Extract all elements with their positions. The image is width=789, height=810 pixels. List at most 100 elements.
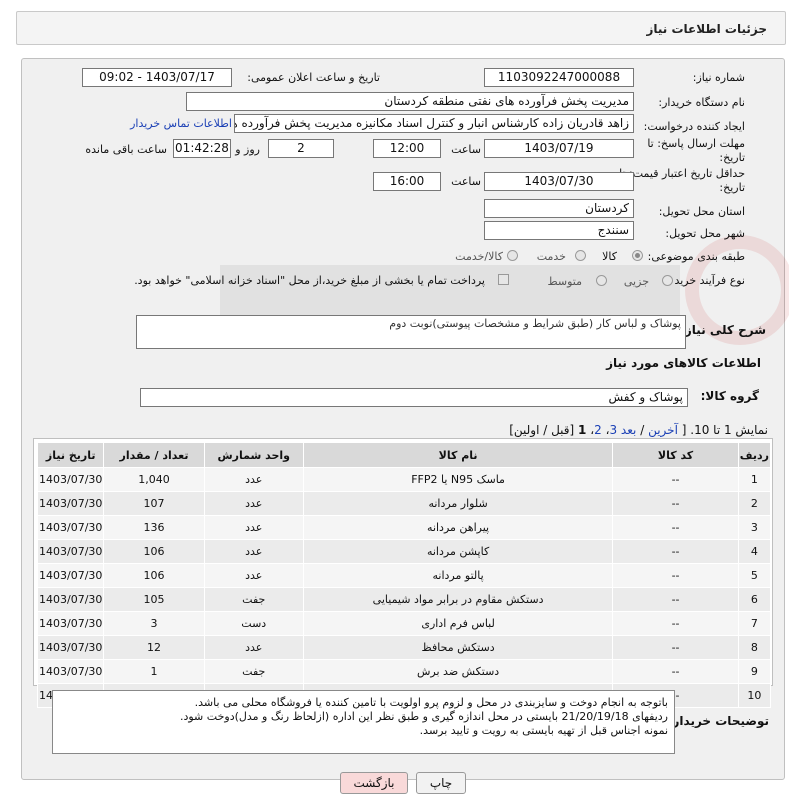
pagination-last-link[interactable]: آخرین <box>648 423 678 437</box>
pagination-current-page: 1 <box>578 423 587 437</box>
goods-table-container: ردیف کد کالا نام کالا واحد شمارش تعداد /… <box>33 438 773 708</box>
cell-quantity: 106 <box>103 563 205 588</box>
goods-group-label: گروه کالا: <box>700 389 759 403</box>
cell-item-name: ماسک N95 یا FFP2 <box>302 467 614 492</box>
cell-quantity: 105 <box>103 587 205 612</box>
cell-unit: عدد <box>203 467 304 492</box>
deadline-date-field: 1403/07/19 <box>484 139 634 158</box>
cell-row-number: 3 <box>737 515 772 540</box>
province-label: استان محل تحویل: <box>658 205 745 218</box>
cell-need-date: 1403/07/30 <box>36 467 105 492</box>
notes-line-2: ردیفهای 21/20/19/18 بایستی در محل اندازه… <box>179 710 668 723</box>
buyer-notes-label: توضیحات خریدار: <box>667 714 769 728</box>
description-field: پوشاک و لباس کار (طبق شرایط و مشخصات پیو… <box>136 315 686 349</box>
cell-unit: جفت <box>203 659 304 684</box>
cell-unit: جفت <box>203 587 304 612</box>
cell-row-number: 4 <box>737 539 772 564</box>
cell-row-number: 1 <box>737 467 772 492</box>
col-code-header: کد کالا <box>612 442 739 468</box>
deadline-time-field: 12:00 <box>373 139 441 158</box>
cell-item-code: -- <box>612 491 739 516</box>
cell-item-code: -- <box>612 635 739 660</box>
cell-quantity: 136 <box>103 515 205 540</box>
page-title-bar: جزئیات اطلاعات نیاز <box>16 11 786 45</box>
cell-item-code: -- <box>612 611 739 636</box>
buyer-notes-field: باتوجه به انجام دوخت و سایزبندی در محل و… <box>52 690 675 754</box>
pagination: نمایش 1 تا 10. [ آخرین / بعد 3، 2، 1 [قب… <box>509 423 768 437</box>
goods-info-heading: اطلاعات کالاهای مورد نیاز <box>606 356 761 370</box>
cell-item-name: کاپشن مردانه <box>302 539 614 564</box>
deadline-label: مهلت ارسال پاسخ: تا <box>647 137 745 150</box>
back-button[interactable]: بازگشت <box>340 772 408 794</box>
validity-label-date: تاریخ: <box>719 181 745 194</box>
need-number-label: شماره نیاز: <box>692 71 745 84</box>
buyer-org-field: مدیریت پخش فرآورده های نفتی منطقه کردستا… <box>186 92 634 111</box>
process-option-medium: متوسط <box>547 275 582 288</box>
table-row: 8 -- دستکش محافظ عدد 12 1403/07/30 <box>36 635 772 660</box>
cell-need-date: 1403/07/30 <box>36 659 105 684</box>
treasury-checkbox[interactable] <box>498 274 509 285</box>
cell-unit: عدد <box>203 539 304 564</box>
cell-need-date: 1403/07/30 <box>36 587 105 612</box>
category-option-goods: کالا <box>602 250 617 263</box>
category-option-goods-service: کالا/خدمت <box>455 250 503 263</box>
announce-label: تاریخ و ساعت اعلان عمومی: <box>247 71 380 84</box>
col-qty-header: تعداد / مقدار <box>103 442 205 468</box>
table-row: 6 -- دستکش مقاوم در برابر مواد شیمیایی جفت 1… <box>36 587 772 612</box>
goods-group-field: پوشاک و کفش <box>140 388 688 407</box>
print-button[interactable]: چاپ <box>416 772 466 794</box>
page-title: جزئیات اطلاعات نیاز <box>646 22 767 36</box>
col-date-header: تاریخ نیاز <box>36 442 105 468</box>
pagination-suffix: [قبل / اولین] <box>509 423 575 437</box>
process-option-minor: جزیی <box>623 275 649 288</box>
remaining-time-field: 01:42:28 <box>173 139 231 158</box>
description-label: شرح کلی نیاز: <box>680 323 766 337</box>
validity-time-field: 16:00 <box>373 172 441 191</box>
validity-label: حداقل تاریخ اعتبار قیمت: تا <box>619 167 745 180</box>
process-label: نوع فرآیند خرید : <box>667 274 745 287</box>
remaining-label: ساعت باقی مانده <box>85 143 167 156</box>
cell-item-code: -- <box>612 659 739 684</box>
validity-date-field: 1403/07/30 <box>484 172 634 191</box>
pagination-page-2[interactable]: 2 <box>594 423 602 437</box>
cell-need-date: 1403/07/30 <box>36 563 105 588</box>
category-radio-service[interactable] <box>575 250 586 261</box>
category-option-service: خدمت <box>536 250 566 263</box>
cell-item-name: پیراهن مردانه <box>302 515 614 540</box>
buyer-contact-link[interactable]: اطلاعات تماس خریدار <box>130 117 232 130</box>
cell-item-code: -- <box>612 563 739 588</box>
notes-line-3: نمونه اجناس قبل از تهیه بایستی به رویت و… <box>419 724 668 737</box>
cell-quantity: 1,040 <box>103 467 205 492</box>
category-radio-goods[interactable] <box>632 250 643 261</box>
table-row: 4 -- کاپشن مردانه عدد 106 1403/07/30 <box>36 539 772 564</box>
cell-need-date: 1403/07/30 <box>36 515 105 540</box>
col-row-header: ردیف <box>737 442 772 468</box>
category-radio-goods-service[interactable] <box>507 250 518 261</box>
cell-item-name: دستکش محافظ <box>302 635 614 660</box>
buyer-org-label: نام دستگاه خریدار: <box>658 96 745 109</box>
days-remaining-field: 2 <box>268 139 334 158</box>
need-number-field: 1103092247000088 <box>484 68 634 87</box>
goods-table: ردیف کد کالا نام کالا واحد شمارش تعداد /… <box>36 442 772 708</box>
pagination-next-link[interactable]: بعد <box>621 423 636 437</box>
deadline-label-date: تاریخ: <box>719 151 745 164</box>
city-label: شهر محل تحویل: <box>665 227 745 240</box>
cell-item-code: -- <box>612 539 739 564</box>
process-radio-medium[interactable] <box>596 275 607 286</box>
process-radio-minor[interactable] <box>662 275 673 286</box>
cell-row-number: 6 <box>737 587 772 612</box>
cell-item-name: شلوار مردانه <box>302 491 614 516</box>
requester-label: ایجاد کننده درخواست: <box>643 120 745 133</box>
cell-quantity: 107 <box>103 491 205 516</box>
payment-note: پرداخت تمام یا بخشی از مبلغ خرید،از محل … <box>134 274 485 287</box>
requester-field: زاهد قادریان زاده کارشناس انبار و کنترل … <box>234 114 634 133</box>
cell-unit: عدد <box>203 491 304 516</box>
cell-unit: عدد <box>203 563 304 588</box>
cell-item-name: دستکش ضد برش <box>302 659 614 684</box>
pagination-page-3[interactable]: 3 <box>609 423 617 437</box>
table-body: 1 -- ماسک N95 یا FFP2 عدد 1,040 1403/07/30 2 --… <box>36 467 772 708</box>
days-label: روز و <box>235 143 260 156</box>
cell-need-date: 1403/07/30 <box>36 539 105 564</box>
cell-row-number: 5 <box>737 563 772 588</box>
cell-quantity: 12 <box>103 635 205 660</box>
